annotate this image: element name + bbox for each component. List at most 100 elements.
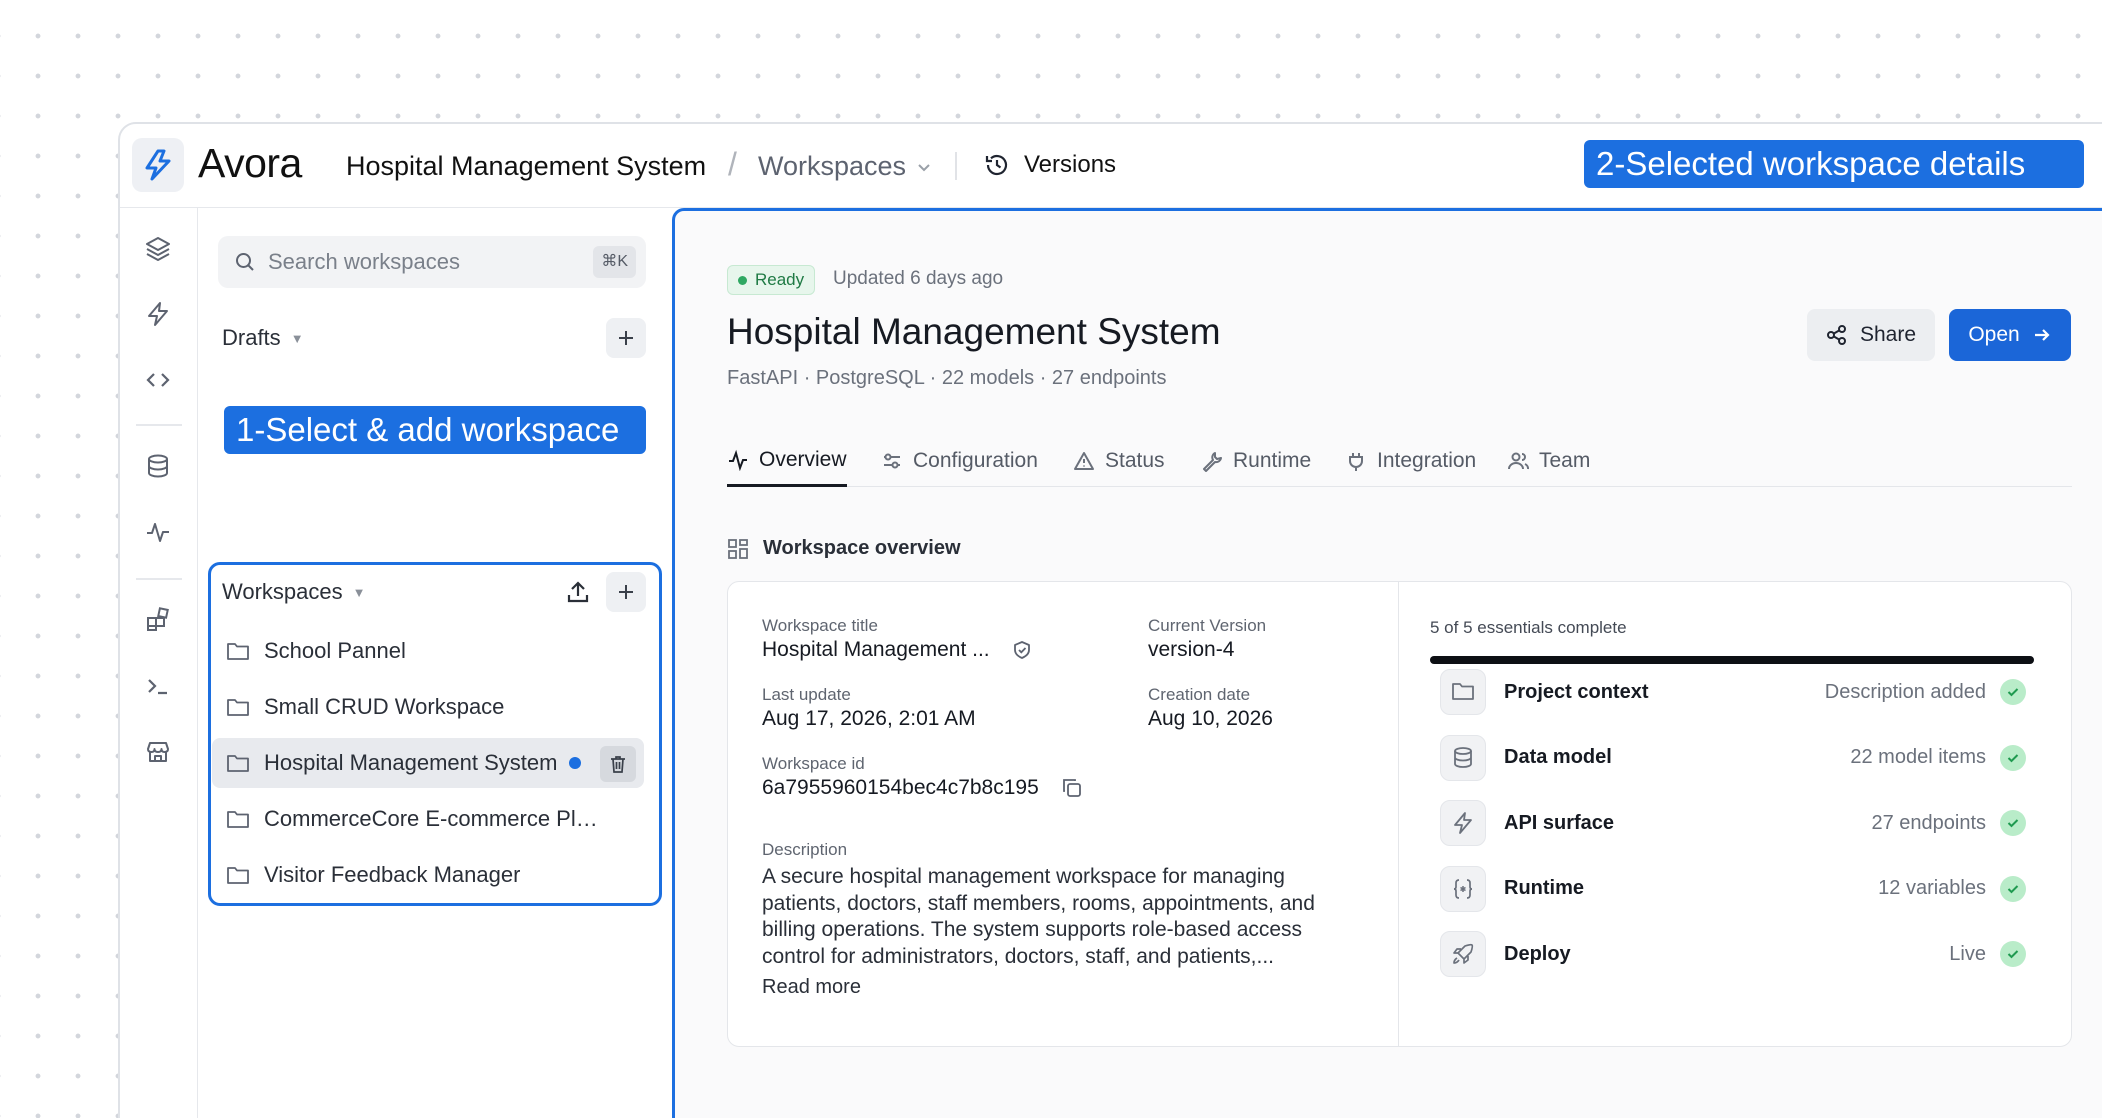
essential-row[interactable]: Deploy Live [1440, 930, 2026, 978]
search-icon [236, 253, 254, 271]
brand-name: Avora [198, 140, 302, 186]
workspace-title-label: Workspace title [762, 616, 878, 635]
overview-heading-label: Workspace overview [763, 537, 961, 559]
last-update-label: Last update [762, 685, 851, 704]
workspaces-section-header: Workspaces ▼ [222, 572, 646, 612]
workspace-name: Hospital Management System [264, 750, 558, 775]
avora-logo-icon [145, 149, 171, 181]
rail-divider [136, 424, 182, 426]
folder-icon [227, 699, 249, 716]
tab-overview[interactable]: Overview [727, 435, 847, 487]
description-text: A secure hospital management workspace f… [762, 865, 1315, 968]
share-icon [1826, 325, 1846, 345]
workspace-item[interactable]: CommerceCore E-commerce Pla... [212, 794, 644, 844]
essential-status: Live [1949, 942, 1986, 965]
search-input[interactable] [268, 249, 588, 275]
share-button[interactable]: Share [1807, 309, 1935, 361]
drafts-label[interactable]: Drafts [222, 325, 281, 351]
overview-heading: Workspace overview [727, 537, 961, 560]
last-update-value: Aug 17, 2026, 2:01 AM [762, 707, 976, 730]
breadcrumb-section-label: Workspaces [758, 151, 907, 181]
workspace-details-panel: Ready Updated 6 days ago Hospital Manage… [672, 208, 2102, 1118]
app-window: Avora Hospital Management System / Works… [118, 122, 2102, 1118]
braces-icon [1440, 865, 1486, 912]
workspace-item[interactable]: School Pannel [212, 626, 644, 676]
workspace-name: School Pannel [264, 638, 406, 663]
workspace-name: Small CRUD Workspace [264, 694, 505, 719]
tab-configuration[interactable]: Configuration [881, 435, 1038, 487]
workspace-item[interactable]: Visitor Feedback Manager [212, 850, 644, 900]
tab-label: Team [1539, 449, 1591, 472]
bolt-icon[interactable] [140, 296, 176, 332]
code-icon[interactable] [140, 362, 176, 398]
essential-row[interactable]: Data model 22 model items [1440, 734, 2026, 782]
delete-workspace-button[interactable] [600, 746, 636, 782]
workspace-sidebar: ⌘K Drafts ▼ 1-Select & add workspace Wor… [198, 208, 672, 1118]
workspace-item-selected[interactable]: Hospital Management System [212, 738, 644, 788]
read-more-link[interactable]: Read more [762, 976, 861, 999]
sliders-icon [884, 453, 900, 469]
page-title: Hospital Management System [727, 311, 1221, 352]
import-workspace-button[interactable] [562, 576, 594, 608]
essential-row[interactable]: Runtime 12 variables [1440, 865, 2026, 913]
detail-tabs: Overview Configuration Status Runtime In… [727, 435, 2072, 487]
avora-logo[interactable] [132, 138, 184, 192]
essential-status: 27 endpoints [1871, 811, 1986, 834]
tab-status[interactable]: Status [1073, 435, 1165, 487]
tab-label: Runtime [1233, 449, 1312, 472]
essential-status: 22 model items [1850, 746, 1986, 768]
tab-team[interactable]: Team [1507, 435, 1590, 487]
tab-label: Configuration [913, 449, 1038, 472]
add-draft-button[interactable] [606, 318, 646, 358]
database-icon [1440, 734, 1486, 781]
workspaces-label[interactable]: Workspaces [222, 579, 343, 605]
add-workspace-button[interactable] [606, 572, 646, 612]
breadcrumb-separator: / [728, 146, 737, 182]
check-icon [2000, 744, 2026, 771]
caret-down-icon[interactable]: ▼ [291, 331, 304, 346]
open-button[interactable]: Open [1949, 309, 2071, 361]
plug-icon [1349, 453, 1363, 471]
breadcrumb-project[interactable]: Hospital Management System [346, 151, 706, 182]
warning-icon [1074, 452, 1094, 470]
layers-icon[interactable] [140, 230, 176, 266]
creation-date-value: Aug 10, 2026 [1148, 707, 1273, 730]
copy-icon[interactable] [1061, 777, 1083, 799]
search-box[interactable]: ⌘K [218, 236, 646, 288]
activity-icon [729, 449, 747, 471]
users-icon [1508, 452, 1529, 470]
essential-row[interactable]: API surface 27 endpoints [1440, 799, 2026, 847]
plus-icon [619, 585, 633, 599]
essential-name: API surface [1504, 811, 1615, 834]
annotation-select-add: 1-Select & add workspace [224, 406, 646, 454]
essential-name: Runtime [1504, 877, 1584, 899]
trash-icon [611, 756, 625, 773]
store-icon[interactable] [140, 734, 176, 770]
folder-icon [227, 811, 249, 828]
breadcrumb-section-dropdown[interactable]: Workspaces [758, 151, 932, 182]
wrench-icon [1203, 452, 1222, 472]
tab-label: Integration [1377, 449, 1477, 472]
folder-icon [227, 867, 249, 884]
history-icon [985, 154, 1008, 176]
database-icon[interactable] [140, 448, 176, 484]
essentials-summary: 5 of 5 essentials complete [1430, 618, 1627, 637]
shield-check-icon[interactable] [1012, 640, 1032, 660]
essential-name: Data model [1504, 746, 1612, 768]
versions-label: Versions [1024, 151, 1117, 178]
chevron-down-icon [918, 163, 930, 171]
caret-down-icon[interactable]: ▼ [353, 585, 366, 600]
check-icon [2000, 875, 2026, 902]
activity-icon[interactable] [140, 514, 176, 550]
widgets-icon[interactable] [140, 602, 176, 638]
rocket-icon [1440, 931, 1486, 977]
essential-row[interactable]: Project context Description added [1440, 668, 2026, 716]
tab-runtime[interactable]: Runtime [1201, 435, 1311, 487]
description-label: Description [762, 840, 848, 859]
essentials-progress-bar [1430, 656, 2034, 664]
terminal-icon[interactable] [140, 668, 176, 704]
essentials-progress-fill [1430, 656, 2034, 664]
tab-integration[interactable]: Integration [1345, 435, 1476, 487]
versions-button[interactable]: Versions [984, 151, 1116, 179]
workspace-item[interactable]: Small CRUD Workspace [212, 682, 644, 732]
